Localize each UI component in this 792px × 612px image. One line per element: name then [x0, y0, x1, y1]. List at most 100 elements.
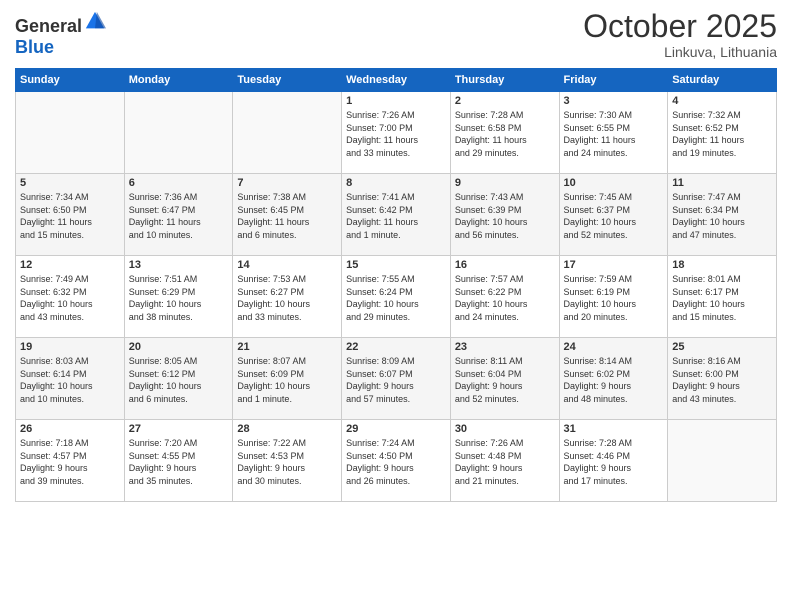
day-number: 13 [129, 259, 229, 271]
day-info: Sunrise: 8:09 AM Sunset: 6:07 PM Dayligh… [346, 355, 446, 405]
day-info: Sunrise: 7:45 AM Sunset: 6:37 PM Dayligh… [564, 191, 664, 241]
calendar-cell: 27 Sunrise: 7:20 AM Sunset: 4:55 PM Dayli… [124, 420, 233, 502]
calendar-cell [124, 92, 233, 174]
calendar-cell: 29 Sunrise: 7:24 AM Sunset: 4:50 PM Dayli… [342, 420, 451, 502]
day-number: 22 [346, 341, 446, 353]
calendar-cell: 25 Sunrise: 8:16 AM Sunset: 6:00 PM Dayli… [668, 338, 777, 420]
title-block: October 2025 Linkuva, Lithuania [583, 10, 777, 60]
calendar-cell: 14 Sunrise: 7:53 AM Sunset: 6:27 PM Dayli… [233, 256, 342, 338]
day-number: 20 [129, 341, 229, 353]
calendar-cell [16, 92, 125, 174]
day-number: 2 [455, 95, 555, 107]
location: Linkuva, Lithuania [583, 44, 777, 60]
day-info: Sunrise: 8:11 AM Sunset: 6:04 PM Dayligh… [455, 355, 555, 405]
day-number: 23 [455, 341, 555, 353]
col-monday: Monday [124, 69, 233, 92]
day-number: 17 [564, 259, 664, 271]
day-info: Sunrise: 7:36 AM Sunset: 6:47 PM Dayligh… [129, 191, 229, 241]
logo-blue: Blue [15, 37, 54, 57]
day-info: Sunrise: 7:59 AM Sunset: 6:19 PM Dayligh… [564, 273, 664, 323]
calendar-cell: 16 Sunrise: 7:57 AM Sunset: 6:22 PM Dayli… [450, 256, 559, 338]
day-info: Sunrise: 7:41 AM Sunset: 6:42 PM Dayligh… [346, 191, 446, 241]
calendar-cell: 13Sunrise: 7:51 AM Sunset: 6:29 PM Dayli… [124, 256, 233, 338]
day-number: 4 [672, 95, 772, 107]
day-info: Sunrise: 7:18 AM Sunset: 4:57 PM Dayligh… [20, 437, 120, 487]
calendar-cell: 6 Sunrise: 7:36 AM Sunset: 6:47 PM Daylig… [124, 174, 233, 256]
col-wednesday: Wednesday [342, 69, 451, 92]
day-number: 10 [564, 177, 664, 189]
calendar-week-2: 12 Sunrise: 7:49 AM Sunset: 6:32 PM Dayli… [16, 256, 777, 338]
day-number: 11 [672, 177, 772, 189]
calendar-cell: 22 Sunrise: 8:09 AM Sunset: 6:07 PM Dayli… [342, 338, 451, 420]
day-number: 9 [455, 177, 555, 189]
day-info: Sunrise: 7:22 AM Sunset: 4:53 PM Dayligh… [237, 437, 337, 487]
day-number: 24 [564, 341, 664, 353]
calendar-cell: 10 Sunrise: 7:45 AM Sunset: 6:37 PM Dayli… [559, 174, 668, 256]
calendar-week-1: 5Sunrise: 7:34 AM Sunset: 6:50 PM Daylig… [16, 174, 777, 256]
day-number: 6 [129, 177, 229, 189]
calendar-cell: 5Sunrise: 7:34 AM Sunset: 6:50 PM Daylig… [16, 174, 125, 256]
day-info: Sunrise: 7:49 AM Sunset: 6:32 PM Dayligh… [20, 273, 120, 323]
calendar-cell: 15Sunrise: 7:55 AM Sunset: 6:24 PM Dayli… [342, 256, 451, 338]
calendar-week-0: 1 Sunrise: 7:26 AM Sunset: 7:00 PM Daylig… [16, 92, 777, 174]
day-info: Sunrise: 7:43 AM Sunset: 6:39 PM Dayligh… [455, 191, 555, 241]
day-number: 29 [346, 423, 446, 435]
calendar-week-3: 19 Sunrise: 8:03 AM Sunset: 6:14 PM Dayli… [16, 338, 777, 420]
day-info: Sunrise: 7:34 AM Sunset: 6:50 PM Dayligh… [20, 191, 120, 241]
day-info: Sunrise: 8:05 AM Sunset: 6:12 PM Dayligh… [129, 355, 229, 405]
logo-icon [84, 10, 106, 32]
col-thursday: Thursday [450, 69, 559, 92]
day-number: 8 [346, 177, 446, 189]
day-number: 30 [455, 423, 555, 435]
col-saturday: Saturday [668, 69, 777, 92]
day-number: 14 [237, 259, 337, 271]
day-number: 16 [455, 259, 555, 271]
day-number: 28 [237, 423, 337, 435]
day-info: Sunrise: 7:38 AM Sunset: 6:45 PM Dayligh… [237, 191, 337, 241]
calendar-cell: 8 Sunrise: 7:41 AM Sunset: 6:42 PM Daylig… [342, 174, 451, 256]
header: General Blue October 2025 Linkuva, Lithu… [15, 10, 777, 60]
day-number: 7 [237, 177, 337, 189]
calendar-cell: 3 Sunrise: 7:30 AM Sunset: 6:55 PM Daylig… [559, 92, 668, 174]
logo-general: General [15, 16, 82, 36]
page: General Blue October 2025 Linkuva, Lithu… [0, 0, 792, 612]
day-info: Sunrise: 8:03 AM Sunset: 6:14 PM Dayligh… [20, 355, 120, 405]
day-number: 21 [237, 341, 337, 353]
calendar-week-4: 26 Sunrise: 7:18 AM Sunset: 4:57 PM Dayli… [16, 420, 777, 502]
calendar-cell [668, 420, 777, 502]
calendar-cell: 9 Sunrise: 7:43 AM Sunset: 6:39 PM Daylig… [450, 174, 559, 256]
calendar-cell: 31 Sunrise: 7:28 AM Sunset: 4:46 PM Dayli… [559, 420, 668, 502]
day-info: Sunrise: 7:26 AM Sunset: 4:48 PM Dayligh… [455, 437, 555, 487]
day-info: Sunrise: 7:24 AM Sunset: 4:50 PM Dayligh… [346, 437, 446, 487]
calendar-cell: 11Sunrise: 7:47 AM Sunset: 6:34 PM Dayli… [668, 174, 777, 256]
day-info: Sunrise: 7:30 AM Sunset: 6:55 PM Dayligh… [564, 109, 664, 159]
day-info: Sunrise: 7:32 AM Sunset: 6:52 PM Dayligh… [672, 109, 772, 159]
day-number: 31 [564, 423, 664, 435]
day-info: Sunrise: 7:20 AM Sunset: 4:55 PM Dayligh… [129, 437, 229, 487]
day-info: Sunrise: 7:28 AM Sunset: 6:58 PM Dayligh… [455, 109, 555, 159]
day-info: Sunrise: 7:28 AM Sunset: 4:46 PM Dayligh… [564, 437, 664, 487]
calendar-cell: 7 Sunrise: 7:38 AM Sunset: 6:45 PM Daylig… [233, 174, 342, 256]
month-title: October 2025 [583, 10, 777, 42]
calendar-cell: 18Sunrise: 8:01 AM Sunset: 6:17 PM Dayli… [668, 256, 777, 338]
day-info: Sunrise: 7:57 AM Sunset: 6:22 PM Dayligh… [455, 273, 555, 323]
logo: General Blue [15, 10, 106, 58]
day-info: Sunrise: 7:53 AM Sunset: 6:27 PM Dayligh… [237, 273, 337, 323]
day-info: Sunrise: 7:26 AM Sunset: 7:00 PM Dayligh… [346, 109, 446, 159]
day-number: 25 [672, 341, 772, 353]
day-number: 1 [346, 95, 446, 107]
calendar-cell: 26 Sunrise: 7:18 AM Sunset: 4:57 PM Dayli… [16, 420, 125, 502]
day-number: 27 [129, 423, 229, 435]
day-number: 19 [20, 341, 120, 353]
calendar-cell: 28 Sunrise: 7:22 AM Sunset: 4:53 PM Dayli… [233, 420, 342, 502]
day-info: Sunrise: 8:16 AM Sunset: 6:00 PM Dayligh… [672, 355, 772, 405]
calendar-table: Sunday Monday Tuesday Wednesday Thursday… [15, 68, 777, 502]
calendar-cell: 19 Sunrise: 8:03 AM Sunset: 6:14 PM Dayli… [16, 338, 125, 420]
calendar-cell [233, 92, 342, 174]
calendar-cell: 23 Sunrise: 8:11 AM Sunset: 6:04 PM Dayli… [450, 338, 559, 420]
day-number: 3 [564, 95, 664, 107]
day-number: 12 [20, 259, 120, 271]
calendar-cell: 21Sunrise: 8:07 AM Sunset: 6:09 PM Dayli… [233, 338, 342, 420]
day-info: Sunrise: 7:55 AM Sunset: 6:24 PM Dayligh… [346, 273, 446, 323]
day-number: 26 [20, 423, 120, 435]
